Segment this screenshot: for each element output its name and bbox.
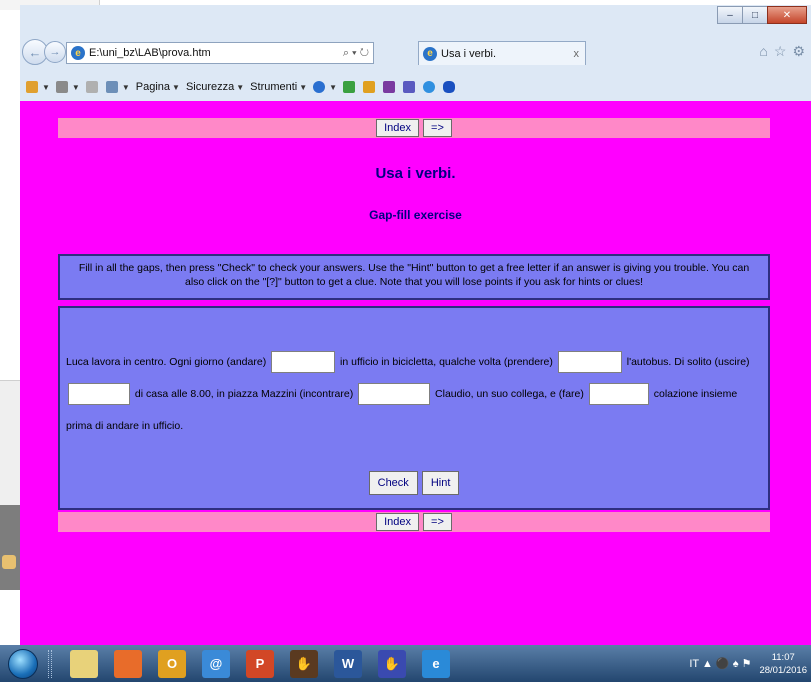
background-window-panel-dark — [0, 505, 20, 590]
cmd-messenger[interactable] — [343, 81, 357, 93]
internet-explorer-icon: e — [423, 46, 437, 61]
page-title: Usa i verbi. — [375, 165, 456, 182]
exercise-box: Luca lavora in centro. Ogni giorno (anda… — [58, 306, 770, 510]
cmd-print[interactable]: ▼ — [105, 81, 130, 93]
exercise-text-segment: l'autobus. Di solito (uscire) — [626, 356, 750, 368]
navigation-bar: ← → e E:\uni_bz\LAB\prova.htm ⌕ ▾ ↻ e Us… — [20, 35, 811, 75]
bluetooth-icon — [443, 81, 456, 93]
clock-time: 11:07 — [771, 651, 795, 663]
cmd-mail[interactable] — [85, 81, 100, 93]
search-refresh-icons[interactable]: ⌕ ▾ ↻ — [343, 47, 373, 60]
print-icon — [105, 81, 118, 93]
gap-input-prendere[interactable] — [557, 351, 622, 374]
index-button[interactable]: Index — [376, 119, 420, 137]
language-indicator[interactable]: IT — [689, 658, 699, 670]
forward-button[interactable]: → — [44, 41, 66, 63]
exercise-text-segment: Luca lavora in centro. Ogni giorno (anda… — [66, 356, 267, 368]
system-tray: IT ▲ ⚫ ♠ ⚑ 11:07 28/01/2016 — [681, 645, 811, 682]
title-bar: – □ ✕ — [20, 5, 811, 35]
cmd-home[interactable]: ▼ — [26, 81, 50, 93]
taskbar-separator — [48, 649, 52, 678]
hand-cursor-icon — [2, 555, 16, 569]
tab-close-icon[interactable]: x — [574, 48, 586, 60]
command-bar: ▼ ▼ ▼ Pagina ▼ Sicurezza ▼ Strumenti ▼ ▼ — [20, 75, 811, 99]
cmd-feeds[interactable]: ▼ — [55, 81, 80, 93]
favorites-star-icon[interactable]: ☆ — [774, 43, 787, 60]
settings-gear-icon[interactable]: ⚙ — [792, 43, 805, 60]
internet-explorer-icon: e — [71, 46, 85, 60]
gap-input-fare[interactable] — [588, 383, 649, 406]
mail-icon — [85, 81, 98, 93]
cmd-skype[interactable] — [423, 81, 437, 93]
rss-feed-icon — [55, 81, 68, 93]
clock[interactable]: 11:07 28/01/2016 — [759, 651, 807, 677]
hot-potatoes-icon[interactable]: ✋ — [378, 649, 406, 678]
maximize-button[interactable]: □ — [742, 6, 768, 24]
address-bar[interactable]: e E:\uni_bz\LAB\prova.htm ⌕ ▾ ↻ — [66, 42, 374, 64]
hint-button[interactable]: Hint — [421, 471, 460, 495]
page-subtitle: Gap-fill exercise — [369, 208, 462, 222]
clock-date: 28/01/2016 — [759, 664, 807, 676]
exercise-text: Luca lavora in centro. Ogni giorno (anda… — [66, 346, 762, 442]
file-manager-icon[interactable] — [114, 649, 142, 678]
cmd-bluetooth[interactable] — [443, 81, 457, 93]
hot-potatoes-icon[interactable]: ✋ — [290, 649, 318, 678]
internet-explorer-icon[interactable]: e — [422, 649, 450, 678]
next-button[interactable]: => — [423, 119, 452, 137]
close-button[interactable]: ✕ — [767, 6, 807, 24]
cmd-onenote-2[interactable] — [403, 81, 417, 93]
exercise-text-segment: Claudio, un suo collega, e (fare) — [435, 388, 584, 400]
menu-pagina[interactable]: Pagina ▼ — [136, 81, 180, 93]
word-icon[interactable]: W — [334, 649, 362, 678]
minimize-button[interactable]: – — [717, 6, 743, 24]
onenote-icon — [403, 81, 416, 93]
acrobat-icon — [363, 81, 376, 93]
tab-label: Usa i verbi. — [441, 47, 497, 60]
gap-input-uscire[interactable] — [68, 383, 130, 406]
tray-icons[interactable]: IT ▲ ⚫ ♠ ⚑ — [689, 657, 751, 670]
file-explorer-icon[interactable] — [70, 649, 98, 678]
search-app-icon[interactable]: @ — [202, 649, 230, 678]
skype-icon — [423, 81, 436, 93]
page-content: Index => Usa i verbi. Gap-fill exercise … — [20, 101, 811, 645]
menu-sicurezza[interactable]: Sicurezza ▼ — [186, 81, 244, 93]
window-controls: – □ ✕ — [717, 6, 807, 24]
top-nav-strip: Index => — [58, 118, 770, 138]
toolbar-icons: ⌂ ☆ ⚙ — [759, 43, 805, 60]
address-url[interactable]: E:\uni_bz\LAB\prova.htm — [89, 47, 343, 59]
onenote-icon — [383, 81, 396, 93]
index-button[interactable]: Index — [376, 513, 420, 531]
bottom-nav-strip: Index => — [58, 512, 770, 532]
background-window-panel — [0, 380, 20, 505]
outlook-icon[interactable]: O — [158, 649, 186, 678]
menu-strumenti[interactable]: Strumenti ▼ — [250, 81, 307, 93]
arrow-left-icon: ← — [28, 44, 42, 60]
gap-input-incontrare[interactable] — [358, 383, 431, 406]
powerpoint-icon[interactable]: P — [246, 649, 274, 678]
browser-window: – □ ✕ ← → e E:\uni_bz\LAB\prova.htm ⌕ ▾ … — [20, 5, 811, 645]
gap-input-andare[interactable] — [271, 351, 336, 374]
check-button[interactable]: Check — [368, 471, 418, 495]
start-button[interactable] — [8, 648, 38, 679]
help-icon — [313, 81, 326, 93]
exercise-text-segment: di casa alle 8.00, in piazza Mazzini (in… — [134, 388, 354, 400]
cmd-acrobat[interactable] — [363, 81, 377, 93]
arrow-right-icon: → — [49, 46, 61, 58]
exercise-buttons: Check Hint — [60, 471, 768, 495]
tab-usa-i-verbi[interactable]: e Usa i verbi. x — [418, 41, 586, 65]
messenger-icon — [343, 81, 356, 93]
cmd-help[interactable]: ▼ — [313, 81, 337, 93]
exercise-text-segment: in ufficio in bicicletta, qualche volta … — [340, 356, 553, 368]
instructions-box: Fill in all the gaps, then press "Check"… — [58, 254, 770, 300]
next-button[interactable]: => — [423, 513, 452, 531]
home-icon[interactable]: ⌂ — [759, 43, 767, 60]
home-icon — [26, 81, 38, 93]
cmd-onenote[interactable] — [383, 81, 397, 93]
taskbar: O @ P ✋ W ✋ e IT ▲ ⚫ ♠ ⚑ 11:07 28/01/201… — [0, 645, 811, 682]
